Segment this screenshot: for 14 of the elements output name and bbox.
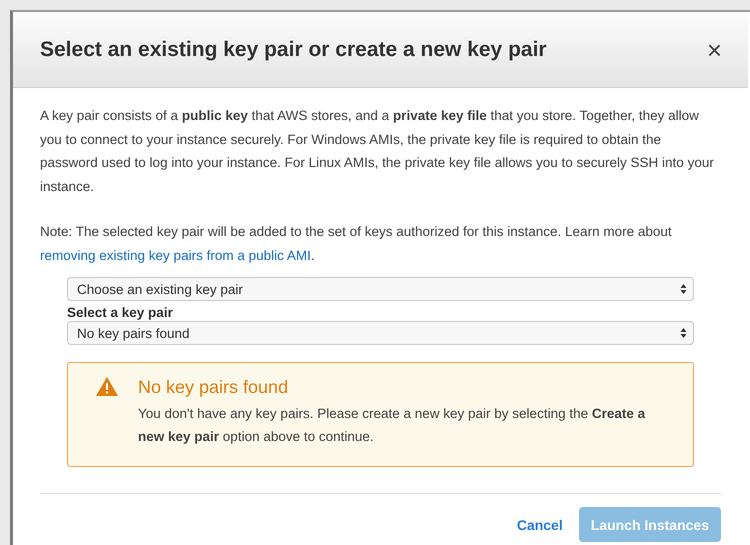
select-label: Select a key pair <box>67 305 174 320</box>
note-text: Note: The selected key pair will be added to the set of keys authorized for this instance. Learn more about removing existing key pairs from a public AMI. <box>40 223 673 265</box>
updown-caret-icon <box>680 283 687 295</box>
cancel-link[interactable]: Cancel <box>516 516 563 532</box>
close-button[interactable]: × <box>706 36 722 62</box>
help-link[interactable]: removing existing key pairs from a public AMI <box>40 248 311 262</box>
alert-title: No key pairs found <box>138 377 290 398</box>
alert-message: You don't have any key pairs. Please create a new key pair by selecting the Create a new key pair option above to continue. <box>138 405 646 446</box>
key-pair-mode-select[interactable]: Choose an existing key pair <box>67 277 694 301</box>
updown-caret-icon <box>680 327 687 339</box>
description-text: A key pair consists of a public key that AWS stores, and a private key file that you store. Together, they allow you to connect to your instance securely. For Windows AMIs, the private key file is required to obtain the password used to log into your instance. For Linux AMIs, the private key file allows you to securely SSH into your instance. <box>40 107 715 196</box>
key-pair-select[interactable]: No key pairs found <box>67 321 694 345</box>
dialog-title: Select an existing key pair or create a new key pair <box>40 38 547 62</box>
warning-icon <box>96 377 118 396</box>
